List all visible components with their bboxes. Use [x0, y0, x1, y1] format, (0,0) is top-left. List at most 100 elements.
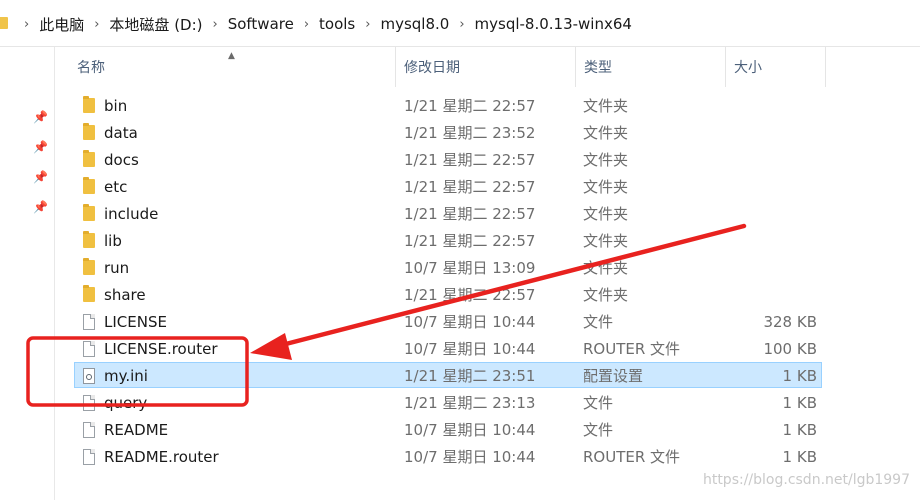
breadcrumb-item-current-folder[interactable]: mysql-8.0.13-winx64: [475, 15, 632, 33]
config-icon: [83, 368, 95, 384]
file-size: 1 KB: [782, 367, 817, 385]
file-size: 1 KB: [782, 448, 817, 466]
file-name: bin: [104, 97, 128, 115]
chevron-right-icon[interactable]: ›: [24, 17, 29, 32]
file-row[interactable]: LICENSE.router 10/7 星期日 10:44 ROUTER 文件 100…: [74, 335, 822, 361]
file-type: 文件夹: [583, 205, 629, 223]
folder-icon: [83, 231, 95, 248]
pin-icon[interactable]: 📌: [33, 200, 48, 214]
file-date-modified: 1/21 星期二 23:13: [404, 394, 536, 412]
chevron-right-icon[interactable]: ›: [213, 17, 218, 32]
column-header-date-modified[interactable]: 修改日期: [396, 47, 576, 87]
file-icon: [83, 314, 95, 330]
folder-icon: [83, 285, 95, 302]
file-type: 配置设置: [583, 367, 644, 385]
pin-icon[interactable]: 📌: [33, 110, 48, 124]
folder-icon: [0, 17, 8, 29]
pin-icon[interactable]: 📌: [33, 140, 48, 154]
file-name: etc: [104, 178, 128, 196]
folder-icon: [83, 177, 95, 194]
file-date-modified: 1/21 星期二 22:57: [404, 286, 536, 304]
file-name: share: [104, 286, 146, 304]
file-date-modified: 1/21 星期二 23:52: [404, 124, 536, 142]
column-header-type[interactable]: 类型: [576, 47, 726, 87]
file-date-modified: 10/7 星期日 10:44: [404, 448, 536, 466]
file-date-modified: 1/21 星期二 22:57: [404, 151, 536, 169]
pin-icon[interactable]: 📌: [33, 170, 48, 184]
file-name: include: [104, 205, 159, 223]
column-header-name[interactable]: 名称: [69, 47, 396, 87]
file-row[interactable]: LICENSE 10/7 星期日 10:44 文件 328 KB: [74, 308, 822, 334]
file-type: 文件夹: [583, 97, 629, 115]
breadcrumb-item-tools[interactable]: tools: [319, 15, 355, 33]
file-date-modified: 1/21 星期二 23:51: [404, 367, 536, 385]
file-icon: [83, 449, 95, 465]
breadcrumb: › 此电脑 › 本地磁盘 (D:) › Software › tools › m…: [14, 13, 632, 35]
file-row[interactable]: README 10/7 星期日 10:44 文件 1 KB: [74, 416, 822, 442]
file-name: my.ini: [104, 367, 148, 385]
file-size: 1 KB: [782, 394, 817, 412]
file-date-modified: 1/21 星期二 22:57: [404, 232, 536, 250]
breadcrumb-item-software[interactable]: Software: [228, 15, 294, 33]
folder-icon: [83, 96, 95, 113]
chevron-right-icon[interactable]: ›: [459, 17, 464, 32]
file-icon: [83, 341, 95, 357]
file-row[interactable]: share 1/21 星期二 22:57 文件夹: [74, 281, 822, 307]
file-name: LICENSE.router: [104, 340, 218, 358]
file-size: 328 KB: [763, 313, 817, 331]
file-name: query: [104, 394, 148, 412]
file-row[interactable]: run 10/7 星期日 13:09 文件夹: [74, 254, 822, 280]
file-type: 文件夹: [583, 232, 629, 250]
file-row[interactable]: include 1/21 星期二 22:57 文件夹: [74, 200, 822, 226]
file-row[interactable]: query 1/21 星期二 23:13 文件 1 KB: [74, 389, 822, 415]
folder-icon: [83, 204, 95, 221]
file-type: 文件夹: [583, 178, 629, 196]
file-icon: [83, 422, 95, 438]
file-name: LICENSE: [104, 313, 167, 331]
folder-icon: [83, 150, 95, 167]
address-bar[interactable]: › 此电脑 › 本地磁盘 (D:) › Software › tools › m…: [0, 0, 920, 47]
breadcrumb-item-this-pc[interactable]: 此电脑: [39, 14, 84, 35]
file-date-modified: 10/7 星期日 10:44: [404, 313, 536, 331]
file-type: ROUTER 文件: [583, 448, 681, 466]
file-row[interactable]: my.ini 1/21 星期二 23:51 配置设置 1 KB: [74, 362, 822, 388]
file-size: 100 KB: [763, 340, 817, 358]
breadcrumb-item-drive-d[interactable]: 本地磁盘 (D:): [109, 14, 202, 35]
file-name: docs: [104, 151, 139, 169]
file-name: data: [104, 124, 138, 142]
file-name: run: [104, 259, 130, 277]
file-type: 文件: [583, 421, 614, 439]
file-type: 文件夹: [583, 286, 629, 304]
file-date-modified: 10/7 星期日 10:44: [404, 421, 536, 439]
file-row[interactable]: etc 1/21 星期二 22:57 文件夹: [74, 173, 822, 199]
file-type: 文件夹: [583, 151, 629, 169]
file-name: README.router: [104, 448, 219, 466]
file-row[interactable]: data 1/21 星期二 23:52 文件夹: [74, 119, 822, 145]
file-row[interactable]: bin 1/21 星期二 22:57 文件夹: [74, 92, 822, 118]
file-date-modified: 1/21 星期二 22:57: [404, 205, 536, 223]
file-row[interactable]: docs 1/21 星期二 22:57 文件夹: [74, 146, 822, 172]
file-type: 文件夹: [583, 259, 629, 277]
chevron-right-icon[interactable]: ›: [94, 17, 99, 32]
file-row[interactable]: README.router 10/7 星期日 10:44 ROUTER 文件 1 KB: [74, 443, 822, 469]
folder-icon: [83, 123, 95, 140]
file-size: 1 KB: [782, 421, 817, 439]
file-row[interactable]: lib 1/21 星期二 22:57 文件夹: [74, 227, 822, 253]
file-date-modified: 1/21 星期二 22:57: [404, 97, 536, 115]
chevron-right-icon[interactable]: ›: [365, 17, 370, 32]
file-name: lib: [104, 232, 122, 250]
file-date-modified: 10/7 星期日 13:09: [404, 259, 536, 277]
watermark: https://blog.csdn.net/lgb1997: [702, 472, 910, 488]
folder-icon: [83, 258, 95, 275]
file-date-modified: 10/7 星期日 10:44: [404, 340, 536, 358]
breadcrumb-item-mysql8[interactable]: mysql8.0: [380, 15, 449, 33]
navigation-pane[interactable]: 📌 📌 📌 📌: [0, 47, 55, 500]
file-type: ROUTER 文件: [583, 340, 681, 358]
file-type: 文件夹: [583, 124, 629, 142]
file-icon: [83, 395, 95, 411]
file-date-modified: 1/21 星期二 22:57: [404, 178, 536, 196]
column-header-size[interactable]: 大小: [726, 47, 826, 87]
chevron-right-icon[interactable]: ›: [304, 17, 309, 32]
column-header-row: ▲ 名称 修改日期 类型 大小: [55, 47, 920, 87]
file-type: 文件: [583, 394, 614, 412]
